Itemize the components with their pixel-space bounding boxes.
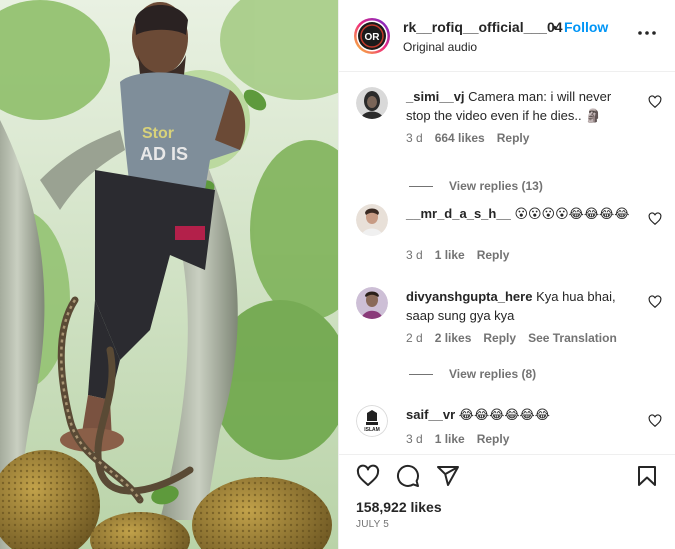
- replies-divider: [409, 185, 433, 187]
- comment-likes[interactable]: 1 like: [435, 248, 465, 262]
- reply-button[interactable]: Reply: [483, 331, 516, 345]
- video-frame-illustration: Stor AD IS: [0, 0, 338, 549]
- comments-list[interactable]: _simi__vj Camera man: i will never stop …: [339, 73, 675, 453]
- view-replies-label: View replies (8): [449, 367, 537, 381]
- post-action-bar: 158,922 likes JULY 5: [339, 454, 675, 549]
- follow-button[interactable]: Follow: [564, 19, 608, 35]
- audio-label[interactable]: Original audio: [403, 40, 477, 54]
- avatar-initials: OR: [365, 32, 381, 43]
- post-header: OR rk__rofiq__official___04 • Follow Ori…: [339, 0, 675, 72]
- more-options-icon[interactable]: [636, 22, 658, 44]
- follow-separator: •: [552, 19, 557, 35]
- reply-button[interactable]: Reply: [477, 432, 510, 446]
- commenter-avatar[interactable]: [356, 287, 388, 319]
- comment-username[interactable]: divyanshgupta_here: [406, 289, 532, 304]
- comment-meta: 2 d 2 likes Reply See Translation: [406, 331, 629, 345]
- reply-button[interactable]: Reply: [497, 131, 530, 145]
- comment-text: 😮😮😮😮😂😂😂😂: [514, 206, 630, 221]
- post-side-panel: OR rk__rofiq__official___04 • Follow Ori…: [338, 0, 675, 549]
- story-ring-icon: OR: [354, 18, 390, 54]
- comment-time: 2 d: [406, 331, 423, 345]
- view-replies-label: View replies (13): [449, 179, 543, 193]
- comment-text: 😂😂😂😂😂😂: [458, 407, 550, 422]
- comment-time: 3 d: [406, 432, 423, 446]
- replies-divider: [409, 373, 433, 375]
- shirt-text: AD IS: [140, 144, 188, 164]
- author-avatar[interactable]: OR: [353, 17, 391, 55]
- reply-button[interactable]: Reply: [477, 248, 510, 262]
- post-date[interactable]: JULY 5: [356, 519, 389, 530]
- comment-text-block: __mr_d_a_s_h__ 😮😮😮😮😂😂😂😂: [406, 204, 636, 223]
- commenter-avatar[interactable]: [356, 87, 388, 119]
- view-replies-button[interactable]: View replies (13): [409, 179, 543, 193]
- comment-time: 3 d: [406, 248, 423, 262]
- comment-likes[interactable]: 1 like: [435, 432, 465, 446]
- post-video[interactable]: Stor AD IS: [0, 0, 338, 549]
- heart-icon[interactable]: [648, 95, 662, 109]
- comment-icon[interactable]: [396, 464, 420, 488]
- comment-time: 3 d: [406, 131, 423, 145]
- see-translation-button[interactable]: See Translation: [528, 331, 617, 345]
- heart-icon[interactable]: [648, 414, 662, 428]
- comment-username[interactable]: _simi__vj: [406, 89, 465, 104]
- commenter-avatar[interactable]: [356, 204, 388, 236]
- heart-icon[interactable]: [648, 212, 662, 226]
- comment-text-block: divyanshgupta_here Kya hua bhai, saap su…: [406, 287, 636, 325]
- shirt-text: Stor: [142, 125, 174, 142]
- commenter-avatar[interactable]: ISLAM: [356, 405, 388, 437]
- author-username[interactable]: rk__rofiq__official___04: [403, 19, 563, 35]
- bookmark-icon[interactable]: [635, 464, 659, 488]
- like-heart-icon[interactable]: [356, 464, 380, 488]
- comment-text-block: saif__vr 😂😂😂😂😂😂: [406, 405, 636, 424]
- likes-count[interactable]: 158,922 likes: [356, 499, 442, 515]
- comment-meta: 3 d 1 like Reply: [406, 248, 521, 262]
- comment-meta: 3 d 664 likes Reply: [406, 131, 541, 145]
- share-icon[interactable]: [436, 464, 460, 488]
- comment-likes[interactable]: 2 likes: [435, 331, 472, 345]
- comment-username[interactable]: __mr_d_a_s_h__: [406, 206, 511, 221]
- avatar-logo-text: ISLAM: [364, 427, 380, 433]
- comment-likes[interactable]: 664 likes: [435, 131, 485, 145]
- view-replies-button[interactable]: View replies (8): [409, 367, 536, 381]
- comment-username[interactable]: saif__vr: [406, 407, 455, 422]
- comment-meta: 3 d 1 like Reply: [406, 432, 521, 446]
- heart-icon[interactable]: [648, 295, 662, 309]
- comment-text-block: _simi__vj Camera man: i will never stop …: [406, 87, 636, 125]
